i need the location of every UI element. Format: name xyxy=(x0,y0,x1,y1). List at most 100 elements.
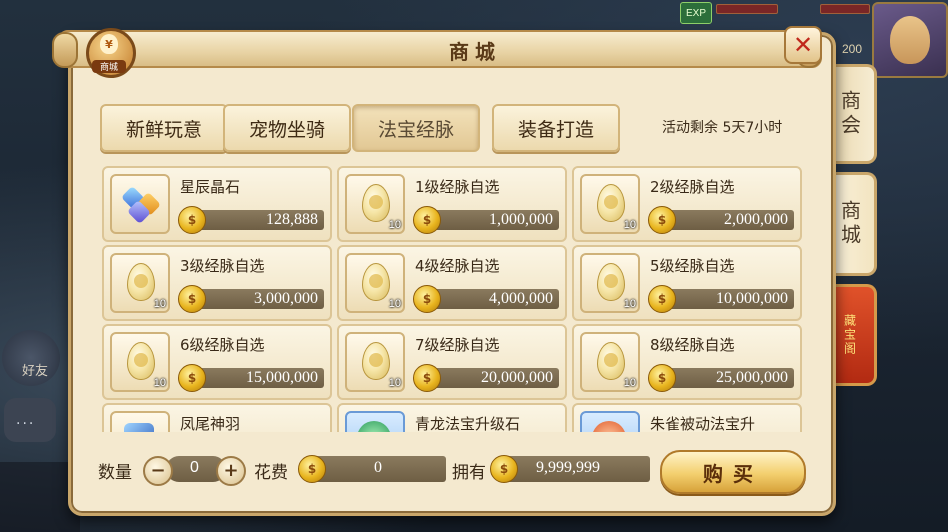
item-slot: 10 xyxy=(345,253,405,313)
item-price: 3,000,000 xyxy=(254,290,318,307)
money-bag-icon: ¥ xyxy=(100,34,118,54)
crystal-icon xyxy=(120,185,162,225)
item-name: 朱雀被动法宝升 xyxy=(650,415,756,432)
tab-treasure-meridian[interactable]: 法宝经脉 xyxy=(352,104,480,152)
shop-badge-label: 商城 xyxy=(92,60,126,73)
item-price: 1,000,000 xyxy=(489,211,553,228)
item-slot xyxy=(345,411,405,432)
coin-icon: $ xyxy=(413,364,441,392)
item-slot: 10 xyxy=(580,332,640,392)
player-portrait[interactable] xyxy=(872,2,948,78)
item-name: 3级经脉自选 xyxy=(180,257,265,275)
item-slot: 10 xyxy=(345,332,405,392)
coin-icon: $ xyxy=(648,206,676,234)
item-slot: 10 xyxy=(110,253,170,313)
item-slot xyxy=(580,411,640,432)
egg-icon xyxy=(597,184,625,222)
price-bar: 2,000,000 xyxy=(658,210,794,230)
item-quantity: 10 xyxy=(153,377,166,389)
item-quantity: 10 xyxy=(623,219,636,231)
item-slot: 10 xyxy=(580,174,640,234)
item-grid: 星辰晶石 128,888 $ 10 1级经脉自选 1,000,000 $ 10 … xyxy=(100,164,804,432)
item-price: 20,000,000 xyxy=(481,369,553,386)
item-quantity: 10 xyxy=(388,377,401,389)
price-bar: 15,000,000 xyxy=(188,368,324,388)
plus-button[interactable]: + xyxy=(216,456,246,486)
side-tab-treasure-label: 藏宝阁 xyxy=(842,314,857,356)
tab-equipment-forge[interactable]: 装备打造 xyxy=(492,104,620,152)
item-card[interactable]: 10 1级经脉自选 1,000,000 $ xyxy=(337,166,567,242)
item-price: 10,000,000 xyxy=(716,290,788,307)
item-card[interactable]: 星辰晶石 128,888 $ xyxy=(102,166,332,242)
exp-badge: EXP xyxy=(680,2,712,24)
close-button[interactable]: ✕ xyxy=(784,26,822,64)
owned-label: 拥有 xyxy=(452,463,486,483)
item-price: 128,888 xyxy=(266,211,318,228)
item-quantity: 10 xyxy=(388,298,401,310)
page-title: 商城 xyxy=(449,40,501,64)
coin-icon: $ xyxy=(648,364,676,392)
egg-icon xyxy=(362,342,390,380)
price-bar: 4,000,000 xyxy=(423,289,559,309)
coin-icon: $ xyxy=(178,364,206,392)
hud-bar-right xyxy=(820,4,870,14)
item-card[interactable]: 10 4级经脉自选 4,000,000 $ xyxy=(337,245,567,321)
item-card[interactable]: 10 5级经脉自选 10,000,000 $ xyxy=(572,245,802,321)
item-card[interactable]: 朱雀被动法宝升 xyxy=(572,403,802,432)
feather-icon xyxy=(124,423,154,432)
egg-icon xyxy=(597,263,625,301)
buy-button[interactable]: 购买 xyxy=(660,450,806,494)
item-name: 5级经脉自选 xyxy=(650,257,735,275)
item-card[interactable]: 凤尾神羽 xyxy=(102,403,332,432)
price-bar: 20,000,000 xyxy=(423,368,559,388)
item-card[interactable]: 10 2级经脉自选 2,000,000 $ xyxy=(572,166,802,242)
item-quantity: 10 xyxy=(623,377,636,389)
chat-dots-icon: ··· xyxy=(16,416,36,432)
item-name: 7级经脉自选 xyxy=(415,336,500,354)
item-card[interactable]: 10 6级经脉自选 15,000,000 $ xyxy=(102,324,332,400)
green-stone-icon xyxy=(357,421,391,432)
price-bar: 3,000,000 xyxy=(188,289,324,309)
tab-pets-mounts[interactable]: 宠物坐骑 xyxy=(223,104,351,152)
coin-icon: $ xyxy=(298,455,326,483)
item-name: 6级经脉自选 xyxy=(180,336,265,354)
coin-icon: $ xyxy=(413,285,441,313)
egg-icon xyxy=(362,184,390,222)
item-name: 2级经脉自选 xyxy=(650,178,735,196)
item-name: 凤尾神羽 xyxy=(180,415,241,432)
item-card[interactable]: 10 7级经脉自选 20,000,000 $ xyxy=(337,324,567,400)
item-name: 星辰晶石 xyxy=(180,178,241,196)
tab-novelties[interactable]: 新鲜玩意 xyxy=(100,104,228,152)
egg-icon xyxy=(127,342,155,380)
egg-icon xyxy=(362,263,390,301)
red-stone-icon xyxy=(592,421,626,432)
event-remaining-text: 活动剩余 5天7小时 xyxy=(662,120,783,136)
side-tab-commerce-label: 商会 xyxy=(837,90,862,138)
friend-label: 好友 xyxy=(22,364,49,379)
cost-label: 花费 xyxy=(254,463,288,483)
price-bar: 25,000,000 xyxy=(658,368,794,388)
item-card[interactable]: 10 8级经脉自选 25,000,000 $ xyxy=(572,324,802,400)
hud-number: 200 xyxy=(842,42,863,56)
item-price: 25,000,000 xyxy=(716,369,788,386)
minus-button[interactable]: − xyxy=(143,456,173,486)
coin-icon: $ xyxy=(413,206,441,234)
close-icon: ✕ xyxy=(792,31,814,59)
item-name: 8级经脉自选 xyxy=(650,336,735,354)
item-name: 1级经脉自选 xyxy=(415,178,500,196)
item-name: 4级经脉自选 xyxy=(415,257,500,275)
item-quantity: 10 xyxy=(153,298,166,310)
coin-icon: $ xyxy=(178,206,206,234)
item-slot: 10 xyxy=(345,174,405,234)
quantity-value[interactable]: 0 xyxy=(190,459,199,477)
scroll-end-left xyxy=(52,32,78,68)
egg-icon xyxy=(127,263,155,301)
item-card[interactable]: 青龙法宝升级石 xyxy=(337,403,567,432)
item-card[interactable]: 10 3级经脉自选 3,000,000 $ xyxy=(102,245,332,321)
item-slot xyxy=(110,174,170,234)
cost-value: 0 xyxy=(374,459,382,476)
item-price: 15,000,000 xyxy=(246,369,318,386)
egg-icon xyxy=(597,342,625,380)
side-tab-mall-label: 商城 xyxy=(837,200,862,248)
price-bar: 1,000,000 xyxy=(423,210,559,230)
